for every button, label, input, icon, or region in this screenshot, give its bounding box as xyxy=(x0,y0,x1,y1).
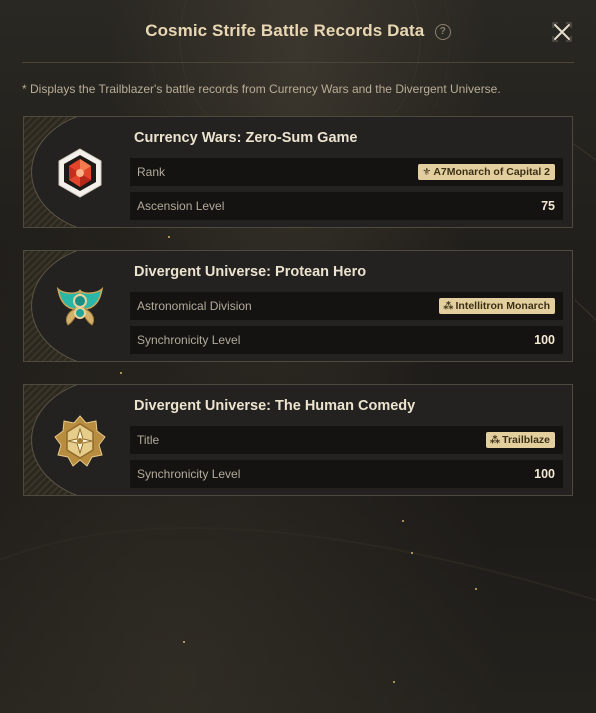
row-label: Ascension Level xyxy=(137,199,225,213)
division-tag: ⁂ Intellitron Monarch xyxy=(439,298,555,314)
title-row: Cosmic Strife Battle Records Data ? xyxy=(0,21,596,41)
row-value: 100 xyxy=(534,333,555,347)
record-card-protean-hero: Divergent Universe: Protean Hero Astrono… xyxy=(23,250,573,362)
division-emblem-icon: ⁂ xyxy=(443,301,454,312)
sparkle-dot xyxy=(168,236,170,238)
red-gem-hexagon-icon xyxy=(58,148,102,198)
tag-text: Trailblaze xyxy=(502,434,550,446)
sparkle-dot xyxy=(411,552,413,554)
rank-emblem-icon: ⚜ xyxy=(422,167,432,178)
row-label: Synchronicity Level xyxy=(137,333,241,347)
modal-title: Cosmic Strife Battle Records Data xyxy=(145,21,425,40)
card-title: Divergent Universe: The Human Comedy xyxy=(134,398,416,414)
record-card-currency-wars: Currency Wars: Zero-Sum Game Rank ⚜ A7Mon… xyxy=(23,116,573,228)
tag-text: A7Monarch of Capital 2 xyxy=(433,166,550,178)
battle-records-modal: Cosmic Strife Battle Records Data ? * Di… xyxy=(0,0,596,713)
modal-header: Cosmic Strife Battle Records Data ? xyxy=(0,0,596,64)
row-value: 75 xyxy=(541,199,555,213)
header-divider xyxy=(22,62,574,63)
title-tag: ⁂ Trailblaze xyxy=(485,432,555,448)
record-card-human-comedy: Divergent Universe: The Human Comedy Tit… xyxy=(23,384,573,496)
row-label: Title xyxy=(137,433,160,447)
record-row-synchronicity: Synchronicity Level 100 xyxy=(130,326,563,354)
teal-winged-emblem-icon xyxy=(56,286,104,326)
row-label: Rank xyxy=(137,165,166,179)
row-label: Astronomical Division xyxy=(137,299,252,313)
close-button[interactable] xyxy=(550,20,574,44)
sparkle-dot xyxy=(475,588,477,590)
records-note: * Displays the Trailblazer's battle reco… xyxy=(22,82,501,96)
card-title: Currency Wars: Zero-Sum Game xyxy=(134,130,358,146)
row-value: 100 xyxy=(534,467,555,481)
help-circle-icon[interactable]: ? xyxy=(434,24,451,40)
close-icon[interactable] xyxy=(550,20,574,44)
record-row-title: Title ⁂ Trailblaze xyxy=(130,426,563,454)
record-row-astronomical-division: Astronomical Division ⁂ Intellitron Monar… xyxy=(130,292,563,320)
sparkle-dot xyxy=(402,520,404,522)
record-row-ascension: Ascension Level 75 xyxy=(130,192,563,220)
trailblaze-emblem-icon: ⁂ xyxy=(489,435,501,446)
sparkle-dot xyxy=(183,641,185,643)
record-row-synchronicity: Synchronicity Level 100 xyxy=(130,460,563,488)
gold-star-hexagon-icon xyxy=(54,415,106,467)
record-row-rank: Rank ⚜ A7Monarch of Capital 2 xyxy=(130,158,563,186)
rank-tag: ⚜ A7Monarch of Capital 2 xyxy=(418,164,555,180)
card-title: Divergent Universe: Protean Hero xyxy=(134,264,367,280)
row-label: Synchronicity Level xyxy=(137,467,241,481)
sparkle-dot xyxy=(120,372,122,374)
tag-text: Intellitron Monarch xyxy=(455,300,551,312)
sparkle-dot xyxy=(393,681,395,683)
